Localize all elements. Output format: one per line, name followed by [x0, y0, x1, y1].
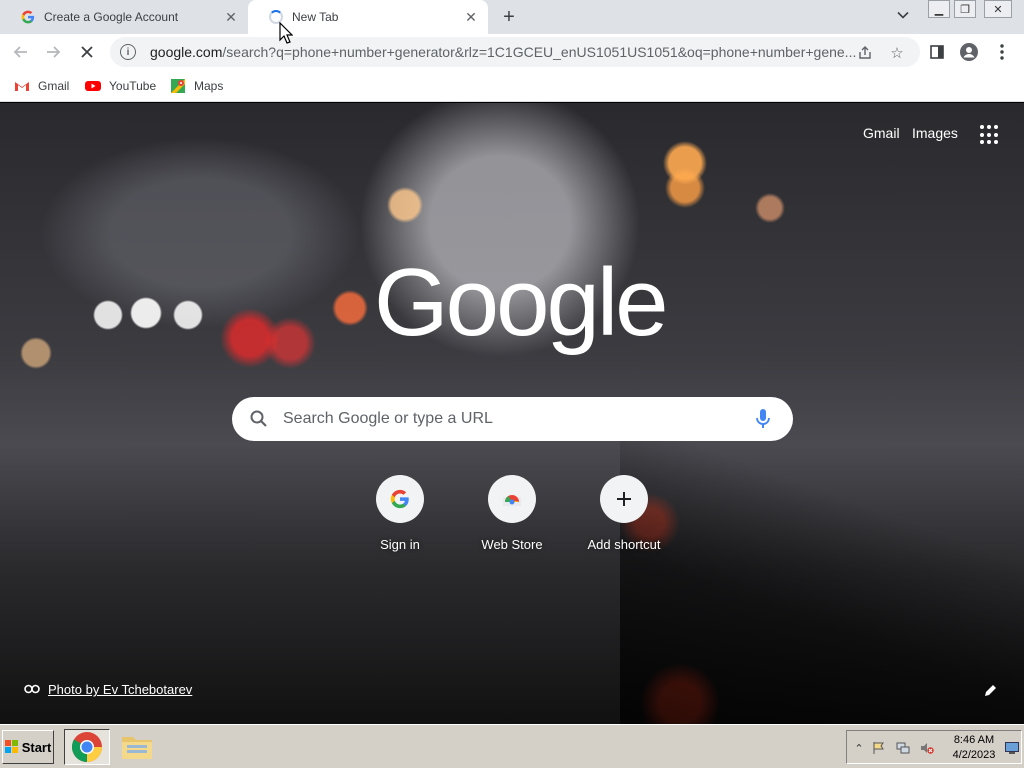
clock-time: 8:46 AM: [953, 734, 995, 746]
link-icon: [24, 682, 40, 697]
clock-date: 4/2/2023: [952, 749, 996, 761]
system-tray: ⌃ 8:46 AM 4/2/2023: [846, 730, 1022, 764]
search-icon: [249, 409, 269, 429]
tab-create-account[interactable]: Create a Google Account ✕: [0, 0, 248, 34]
folder-icon: [122, 737, 152, 759]
shortcut-label: Add shortcut: [587, 537, 661, 552]
images-link[interactable]: Images: [912, 125, 958, 141]
screen: Create a Google Account ✕ New Tab ✕ + ▁ …: [0, 0, 1024, 768]
bookmarks-bar: Gmail YouTube Maps: [0, 70, 1024, 102]
close-icon[interactable]: ✕: [462, 8, 480, 26]
bookmark-label: Gmail: [38, 79, 70, 93]
bookmark-label: YouTube: [109, 79, 157, 93]
back-button[interactable]: [10, 41, 32, 63]
clock[interactable]: 8:46 AM 4/2/2023: [947, 733, 1001, 763]
bookmark-star-icon[interactable]: ☆: [888, 44, 906, 62]
forward-button[interactable]: [42, 41, 64, 63]
taskbar: Start ⌃ 8:46 AM 4/2/2023: [0, 724, 1024, 768]
search-input[interactable]: Search Google or type a URL: [283, 410, 753, 428]
bookmark-youtube[interactable]: YouTube: [85, 76, 156, 96]
tab-title: Create a Google Account: [44, 10, 179, 24]
browser-toolbar: i google.com/search?q=phone+number+gener…: [0, 34, 1024, 70]
show-desktop-icon[interactable]: [1004, 740, 1020, 756]
windows-logo-icon: [4, 740, 18, 753]
shortcut-sign-in[interactable]: Sign in: [344, 475, 456, 552]
tab-strip: Create a Google Account ✕ New Tab ✕ + ▁ …: [0, 0, 1024, 34]
mouse-cursor-icon: [279, 21, 294, 49]
google-g-icon: [20, 9, 36, 25]
web-store-icon: [488, 475, 536, 523]
side-panel-icon[interactable]: [928, 43, 946, 61]
taskbar-chrome[interactable]: [64, 729, 110, 765]
shortcut-label: Sign in: [380, 537, 420, 552]
stop-loading-button[interactable]: [76, 41, 98, 63]
chrome-icon: [71, 732, 102, 762]
close-icon[interactable]: ✕: [222, 8, 240, 26]
search-box[interactable]: Search Google or type a URL: [232, 397, 793, 441]
shortcut-web-store[interactable]: Web Store: [456, 475, 568, 552]
new-tab-button[interactable]: +: [498, 6, 520, 28]
site-info-icon[interactable]: i: [120, 44, 136, 60]
plus-icon: [600, 475, 648, 523]
url-path: /search?q=phone+number+generator&rlz=1C1…: [222, 44, 856, 60]
show-hidden-icons-icon[interactable]: ⌃: [851, 740, 867, 756]
bookmark-gmail[interactable]: Gmail: [14, 76, 69, 96]
chevron-down-icon[interactable]: [896, 8, 914, 26]
restore-button[interactable]: ❐: [954, 0, 976, 18]
flag-icon[interactable]: [871, 740, 887, 756]
volume-muted-icon[interactable]: [919, 740, 935, 756]
gmail-link[interactable]: Gmail: [863, 125, 900, 141]
maps-icon: [170, 79, 186, 93]
minimize-button[interactable]: ▁: [928, 0, 950, 18]
shortcut-add[interactable]: Add shortcut: [568, 475, 680, 552]
shortcut-label: Web Store: [481, 537, 543, 552]
photo-credit[interactable]: Photo by Ev Tchebotarev: [24, 682, 192, 697]
google-g-icon: [376, 475, 424, 523]
more-menu-icon[interactable]: [993, 43, 1011, 61]
bookmark-label: Maps: [194, 79, 224, 93]
start-label: Start: [21, 739, 52, 755]
bookmark-maps[interactable]: Maps: [170, 76, 223, 96]
youtube-icon: [85, 79, 101, 93]
gmail-icon: [14, 79, 30, 93]
url-text[interactable]: google.com/search?q=phone+number+generat…: [150, 44, 856, 60]
tab-title: New Tab: [292, 10, 339, 24]
google-logo: Google: [374, 249, 669, 356]
microphone-icon[interactable]: [753, 407, 773, 431]
profile-avatar-icon[interactable]: [960, 43, 978, 61]
share-icon[interactable]: [856, 44, 874, 62]
photo-credit-link[interactable]: Photo by Ev Tchebotarev: [48, 682, 192, 697]
address-bar[interactable]: i google.com/search?q=phone+number+gener…: [110, 37, 920, 67]
network-icon[interactable]: [895, 740, 911, 756]
apps-grid-icon[interactable]: [980, 125, 1000, 145]
new-tab-page: Gmail Images Google Search Google or typ…: [0, 103, 1024, 724]
customize-pencil-icon[interactable]: [984, 683, 1000, 699]
url-host: google.com: [150, 44, 223, 60]
start-button[interactable]: Start: [2, 730, 54, 764]
close-window-button[interactable]: ✕: [984, 0, 1012, 18]
taskbar-explorer[interactable]: [114, 729, 160, 765]
